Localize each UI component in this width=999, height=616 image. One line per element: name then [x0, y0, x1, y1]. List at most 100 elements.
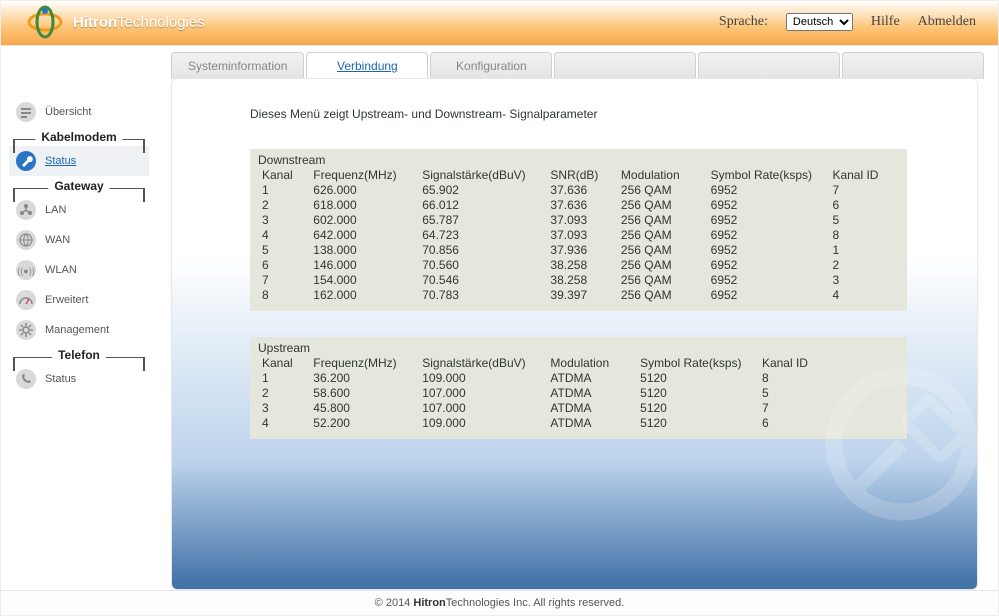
cell: 162.000	[309, 288, 418, 303]
table-row: 136.200109.000ATDMA51208	[258, 371, 899, 386]
sidebar: ÜbersichtKabelmodemStatusGatewayLANWAN((…	[9, 97, 149, 394]
cell: 5120	[636, 386, 758, 401]
footer: © 2014 HitronTechnologies Inc. All right…	[1, 590, 998, 615]
table-row: 5138.00070.85637.936256 QAM69521	[258, 243, 899, 258]
cell: 7	[758, 401, 899, 416]
cell: 8	[258, 288, 309, 303]
top-bar: HitronTechnologies Sprache: Deutsch Hilf…	[1, 1, 998, 46]
upstream-table: KanalFrequenz(MHz)Signalstärke(dBuV)Modu…	[258, 355, 899, 431]
tab-systeminformation[interactable]: Systeminformation	[171, 52, 304, 79]
sidebar-section-gateway: Gateway	[9, 188, 149, 189]
cell: ATDMA	[546, 416, 636, 431]
cell: 256 QAM	[617, 213, 707, 228]
globe-icon	[15, 229, 37, 251]
cell: 6952	[707, 258, 829, 273]
cell: 154.000	[309, 273, 418, 288]
help-link[interactable]: Hilfe	[871, 14, 900, 30]
cell: 66.012	[418, 198, 546, 213]
sidebar-item-label: Übersicht	[45, 106, 91, 118]
sidebar-item-label: Status	[45, 155, 76, 167]
sidebar-item-label: Status	[45, 373, 76, 385]
tab-blank-4	[698, 52, 840, 79]
sidebar-item-tel-status[interactable]: Status	[9, 364, 149, 394]
table-row: 4642.00064.72337.093256 QAM69528	[258, 228, 899, 243]
lan-icon	[15, 199, 37, 221]
cell: 38.258	[546, 258, 617, 273]
table-row: 7154.00070.54638.258256 QAM69523	[258, 273, 899, 288]
cell: 256 QAM	[617, 273, 707, 288]
cell: 1	[258, 183, 309, 198]
cell: 107.000	[418, 386, 546, 401]
cell: 256 QAM	[617, 243, 707, 258]
cell: 65.902	[418, 183, 546, 198]
cell: 642.000	[309, 228, 418, 243]
cell: 618.000	[309, 198, 418, 213]
table-row: 8162.00070.78339.397256 QAM69524	[258, 288, 899, 303]
cell: 39.397	[546, 288, 617, 303]
col-header: Signalstärke(dBuV)	[418, 167, 546, 183]
sidebar-item-wlan[interactable]: ((●)) WLAN	[9, 255, 149, 285]
sidebar-item-label: WAN	[45, 234, 70, 246]
cell: ATDMA	[546, 401, 636, 416]
wrench-icon	[15, 150, 37, 172]
sidebar-item-wan[interactable]: WAN	[9, 225, 149, 255]
cell: 602.000	[309, 213, 418, 228]
cell: 8	[828, 228, 899, 243]
cell: 5	[758, 386, 899, 401]
cell: 256 QAM	[617, 288, 707, 303]
col-header: Kanal ID	[828, 167, 899, 183]
tab-strip: SysteminformationVerbindungKonfiguration	[171, 52, 984, 79]
tab-konfiguration[interactable]: Konfiguration	[430, 52, 552, 79]
cell: 6952	[707, 243, 829, 258]
cell: 626.000	[309, 183, 418, 198]
table-row: 6146.00070.56038.258256 QAM69522	[258, 258, 899, 273]
cell: 256 QAM	[617, 183, 707, 198]
gauge-icon	[15, 289, 37, 311]
cell: 6952	[707, 213, 829, 228]
svg-text:((●)): ((●))	[17, 266, 34, 276]
downstream-title: Downstream	[258, 153, 899, 167]
cell: 4	[828, 288, 899, 303]
cell: 5120	[636, 416, 758, 431]
tab-blank-5	[842, 52, 984, 79]
logout-link[interactable]: Abmelden	[918, 14, 976, 30]
sidebar-section-telefon: Telefon	[9, 357, 149, 358]
downstream-table: KanalFrequenz(MHz)Signalstärke(dBuV)SNR(…	[258, 167, 899, 303]
cell: 2	[258, 198, 309, 213]
col-header: Kanal	[258, 355, 309, 371]
table-row: 345.800107.000ATDMA51207	[258, 401, 899, 416]
cell: 5120	[636, 371, 758, 386]
wifi-icon: ((●))	[15, 259, 37, 281]
cell: 65.787	[418, 213, 546, 228]
cell: 6	[758, 416, 899, 431]
sidebar-item-km-status[interactable]: Status	[9, 146, 149, 176]
cell: 256 QAM	[617, 258, 707, 273]
cell: 37.636	[546, 198, 617, 213]
col-header: Frequenz(MHz)	[309, 167, 418, 183]
cell: 7	[258, 273, 309, 288]
sidebar-item-uebersicht[interactable]: Übersicht	[9, 97, 149, 127]
tab-verbindung[interactable]: Verbindung	[306, 52, 428, 79]
sidebar-item-erw[interactable]: Erweitert	[9, 285, 149, 315]
upstream-title: Upstream	[258, 341, 899, 355]
cell: 7	[828, 183, 899, 198]
sidebar-item-label: LAN	[45, 204, 66, 216]
language-select[interactable]: Deutsch	[786, 13, 853, 31]
sidebar-item-label: WLAN	[45, 264, 77, 276]
cell: ATDMA	[546, 371, 636, 386]
cell: 3	[258, 401, 309, 416]
cell: 37.093	[546, 228, 617, 243]
col-header: Kanal ID	[758, 355, 899, 371]
brand-text: HitronTechnologies	[73, 14, 205, 31]
logo-icon	[25, 5, 65, 39]
cell: 70.546	[418, 273, 546, 288]
cell: 6	[258, 258, 309, 273]
cell: 3	[258, 213, 309, 228]
sidebar-item-lan[interactable]: LAN	[9, 195, 149, 225]
sidebar-item-mgmt[interactable]: Management	[9, 315, 149, 345]
cell: 6952	[707, 228, 829, 243]
table-row: 258.600107.000ATDMA51205	[258, 386, 899, 401]
brand: HitronTechnologies	[25, 5, 205, 39]
cell: 256 QAM	[617, 198, 707, 213]
col-header: SNR(dB)	[546, 167, 617, 183]
